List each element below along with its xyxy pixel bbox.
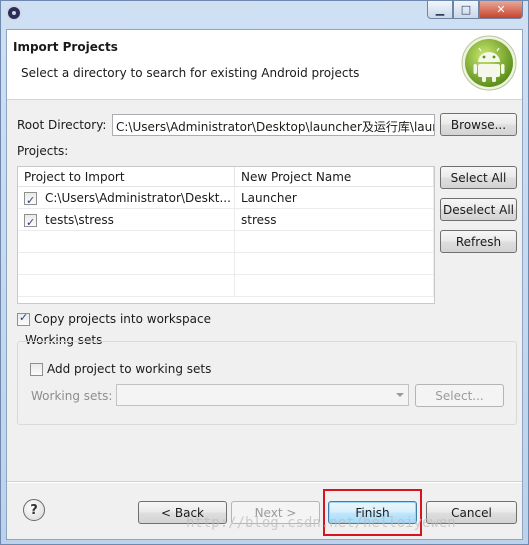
table-row[interactable]: C:\Users\Administrator\Deskt... Launcher <box>18 187 434 209</box>
android-icon <box>461 35 517 91</box>
window-controls: ▁ □ ✕ <box>427 1 523 19</box>
project-path: tests\stress <box>45 213 114 227</box>
chevron-down-icon <box>396 393 404 397</box>
root-directory-field[interactable]: C:\Users\Administrator\Desktop\launcher及… <box>112 114 435 136</box>
page-title: Import Projects <box>13 40 118 54</box>
empty-row <box>18 253 434 275</box>
working-sets-group: Add project to working sets Working sets… <box>17 341 517 425</box>
add-to-working-sets-checkbox[interactable] <box>30 362 43 376</box>
footer-separator <box>7 481 522 483</box>
project-checkbox[interactable] <box>24 190 37 209</box>
refresh-button[interactable]: Refresh <box>440 230 517 253</box>
select-all-button[interactable]: Select All <box>440 166 517 189</box>
table-header: Project to Import New Project Name <box>18 167 434 187</box>
page-description: Select a directory to search for existin… <box>21 66 360 80</box>
help-icon[interactable]: ? <box>23 499 45 521</box>
maximize-button[interactable]: □ <box>453 1 479 19</box>
wizard-header: Import Projects Select a directory to se… <box>7 30 522 100</box>
projects-table: Project to Import New Project Name C:\Us… <box>17 166 435 304</box>
project-cell: C:\Users\Administrator\Deskt... <box>18 187 235 209</box>
working-sets-combo[interactable] <box>116 384 409 406</box>
empty-row <box>18 275 434 297</box>
eclipse-icon <box>6 5 22 21</box>
projects-label: Projects: <box>17 144 69 158</box>
add-to-working-sets-option[interactable]: Add project to working sets <box>30 362 211 376</box>
watermark: http://blog.csdn.net/helloiyewen <box>186 515 456 531</box>
copy-projects-checkbox[interactable] <box>17 311 30 326</box>
empty-row <box>18 231 434 253</box>
project-cell: tests\stress <box>18 209 235 231</box>
working-sets-field-label: Working sets: <box>31 389 113 403</box>
deselect-all-button[interactable]: Deselect All <box>440 198 517 221</box>
copy-projects-option[interactable]: Copy projects into workspace <box>17 311 212 326</box>
close-button[interactable]: ✕ <box>479 1 523 19</box>
project-checkbox[interactable] <box>24 212 37 231</box>
browse-button[interactable]: Browse... <box>440 113 517 136</box>
import-projects-window: ▁ □ ✕ Import Projects Select a directory… <box>0 0 529 545</box>
add-to-working-sets-label: Add project to working sets <box>47 362 212 376</box>
new-name-cell[interactable]: stress <box>235 209 434 231</box>
column-header-project[interactable]: Project to Import <box>18 167 235 187</box>
title-bar: ▁ □ ✕ <box>1 1 528 27</box>
table-row[interactable]: tests\stress stress <box>18 209 434 231</box>
root-directory-label: Root Directory: <box>17 118 107 132</box>
copy-projects-label: Copy projects into workspace <box>34 312 212 326</box>
minimize-button[interactable]: ▁ <box>427 1 453 19</box>
new-name-cell[interactable]: Launcher <box>235 187 434 209</box>
dialog-client-area: Import Projects Select a directory to se… <box>6 29 523 540</box>
column-header-name[interactable]: New Project Name <box>235 167 434 187</box>
project-path: C:\Users\Administrator\Deskt... <box>45 191 231 205</box>
working-sets-select-button[interactable]: Select... <box>415 384 504 407</box>
